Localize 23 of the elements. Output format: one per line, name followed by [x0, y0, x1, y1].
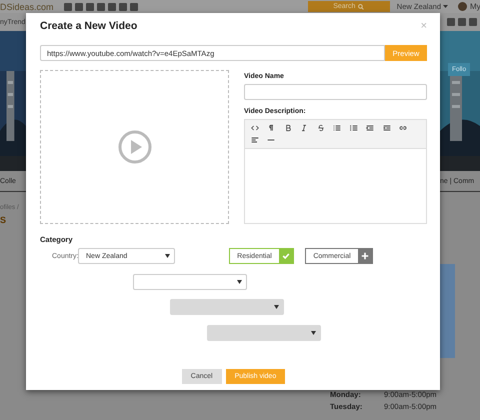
code-icon [250, 124, 258, 132]
search-icon [358, 4, 364, 10]
avatar-icon[interactable] [458, 2, 467, 11]
caret-icon [311, 331, 316, 335]
strike-icon [316, 124, 324, 132]
caret-icon [237, 280, 242, 284]
caret-icon [443, 4, 448, 8]
indent-icon [382, 124, 390, 132]
video-name-field[interactable] [244, 84, 427, 100]
site-logo[interactable]: DSideas.com [0, 2, 60, 12]
bullets-icon [333, 124, 341, 132]
italic-icon [300, 124, 308, 132]
paragraph-icon [267, 124, 275, 132]
dialog-title: Create a New Video [40, 20, 138, 32]
check-icon [282, 252, 290, 260]
align-icon [250, 136, 258, 144]
outdent-icon [366, 124, 374, 132]
caret-icon [274, 305, 279, 309]
plus-icon [361, 252, 369, 260]
bold-icon [284, 124, 292, 132]
caret-icon [165, 254, 170, 258]
section-heading: S [0, 215, 8, 225]
link-icon [399, 124, 407, 132]
